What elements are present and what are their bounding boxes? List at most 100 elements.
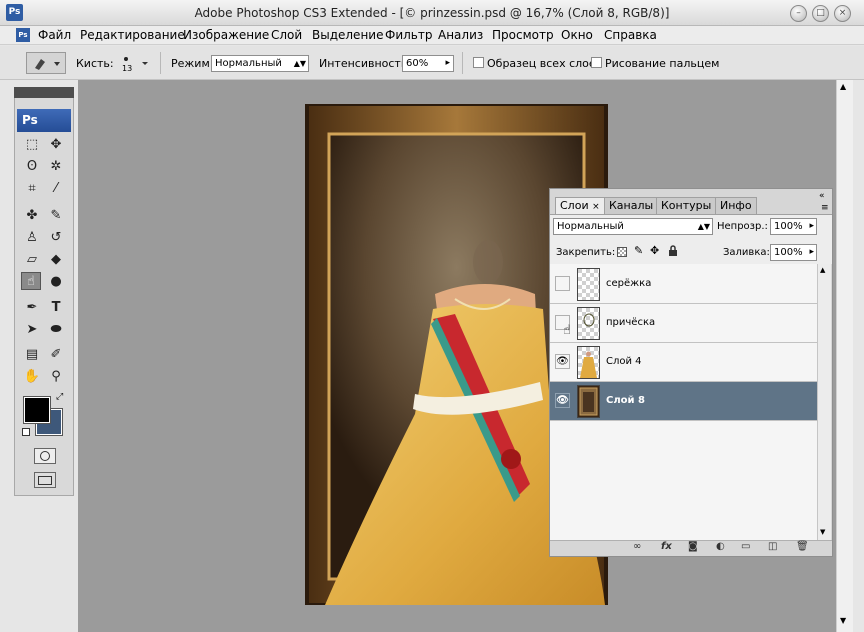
opacity-field[interactable]: 100% ▸ [770, 218, 817, 235]
zoom-tool[interactable]: ⚲ [46, 368, 66, 386]
menu-file[interactable]: Файл [38, 28, 71, 42]
lock-transparency-icon[interactable] [617, 247, 627, 257]
group-folder-icon[interactable]: ▭ [741, 541, 750, 552]
layer-visibility-toggle[interactable]: 👁 [555, 393, 570, 408]
opacity-label: Непрозр.: [717, 221, 768, 232]
menu-help[interactable]: Справка [604, 28, 657, 42]
ellipse-tool[interactable]: ⬬ [46, 321, 66, 339]
tab-close-icon[interactable]: × [592, 202, 600, 212]
lasso-tool[interactable]: ʘ [22, 158, 42, 176]
photoshop-logo[interactable]: Ps [17, 109, 71, 132]
menu-view[interactable]: Просмотр [492, 28, 554, 42]
layers-vertical-scrollbar[interactable]: ▲ ▼ [817, 264, 831, 540]
slice-tool[interactable]: ⁄ [46, 180, 66, 198]
quick-mask-button[interactable] [34, 448, 56, 464]
menu-layer[interactable]: Слой [271, 28, 302, 42]
strength-field[interactable]: 60% ▸ [402, 55, 454, 72]
path-select-tool[interactable]: ➤ [22, 321, 42, 339]
sash-rosette [501, 449, 521, 469]
slider-arrow-icon[interactable]: ▸ [809, 219, 814, 234]
scroll-up-icon[interactable]: ▲ [840, 82, 846, 91]
tab-paths[interactable]: Контуры [656, 197, 717, 214]
menu-filter[interactable]: Фильтр [385, 28, 432, 42]
select-arrows-icon: ▲▼ [293, 59, 306, 68]
eraser-tool[interactable]: ▱ [22, 251, 42, 269]
crop-tool[interactable]: ⌗ [22, 180, 42, 198]
scroll-down-icon[interactable]: ▼ [840, 616, 846, 625]
stamp-tool[interactable]: ♙ [22, 229, 42, 247]
new-layer-icon[interactable]: ◫ [768, 541, 777, 552]
pen-tool[interactable]: ✒ [22, 299, 42, 317]
path-select-icon: ➤ [26, 322, 38, 337]
hand-tool[interactable]: ✋ [22, 368, 42, 386]
tab-layers[interactable]: Слои × [555, 197, 605, 214]
layer-row-layer-8[interactable]: 👁 Слой 8 [550, 382, 817, 421]
menu-analysis[interactable]: Анализ [438, 28, 483, 42]
blend-mode-select[interactable]: Нормальный ▲▼ [553, 218, 713, 235]
padlock-shape [669, 245, 677, 256]
adjustment-icon[interactable]: ◐ [716, 541, 725, 552]
fx-icon[interactable]: fx [661, 541, 672, 552]
document-menu-icon[interactable]: Ps [16, 28, 30, 42]
layer-visibility-toggle[interactable] [555, 276, 570, 291]
smudge-tool[interactable]: ☝ [21, 272, 41, 290]
finger-painting-label: Рисование пальцем [605, 57, 720, 70]
tab-channels[interactable]: Каналы [604, 197, 659, 214]
lock-all-icon[interactable] [668, 245, 678, 256]
lock-position-icon[interactable]: ✥ [650, 244, 659, 257]
close-button[interactable]: × [834, 5, 851, 22]
slider-arrow-icon[interactable]: ▸ [809, 245, 814, 260]
brush-tool[interactable]: ✎ [46, 207, 66, 225]
sample-all-checkbox[interactable] [473, 57, 484, 68]
mask-icon[interactable]: ◙ [688, 541, 698, 552]
scroll-up-icon[interactable]: ▲ [820, 266, 825, 274]
layer-row-hairstyle[interactable]: причёска [550, 304, 817, 343]
move-tool[interactable]: ✥ [46, 136, 66, 154]
minimize-button[interactable]: – [790, 5, 807, 22]
layer-visibility-toggle[interactable]: 👁 [555, 354, 570, 369]
menu-image[interactable]: Изображение [183, 28, 269, 42]
screen-mode-button[interactable] [34, 472, 56, 488]
lock-pixels-icon[interactable]: ✎ [634, 244, 643, 257]
fill-value: 100% [774, 247, 803, 258]
select-arrows-icon: ▲▼ [697, 222, 710, 231]
tool-preset-picker[interactable] [26, 52, 66, 74]
swap-colors-icon[interactable]: ⤢ [56, 392, 63, 402]
paint-bucket-icon: ◆ [51, 252, 61, 267]
finger-painting-checkbox[interactable] [591, 57, 602, 68]
dodge-tool[interactable]: ● [46, 273, 66, 291]
magic-wand-tool[interactable]: ✲ [46, 158, 66, 176]
tab-info[interactable]: Инфо [715, 197, 757, 214]
history-brush-tool[interactable]: ↺ [46, 229, 66, 247]
trash-icon[interactable]: 🗑 [796, 541, 809, 552]
collapse-panel-icon[interactable]: « [819, 191, 825, 201]
foreground-color-swatch[interactable] [23, 396, 51, 424]
options-bar: Кисть: 13 Режим: Нормальный ▲▼ Интенсивн… [0, 46, 864, 80]
notes-tool[interactable]: ▤ [22, 346, 42, 364]
paint-bucket-tool[interactable]: ◆ [46, 251, 66, 269]
scroll-down-icon[interactable]: ▼ [820, 528, 825, 536]
maximize-button[interactable]: □ [812, 5, 829, 22]
fill-field[interactable]: 100% ▸ [770, 244, 817, 261]
brush-picker[interactable]: 13 [116, 53, 152, 75]
default-colors-icon[interactable] [22, 428, 30, 436]
layer-row-earring[interactable]: серёжка [550, 265, 817, 304]
type-tool[interactable]: T [46, 299, 66, 317]
menu-window[interactable]: Окно [561, 28, 593, 42]
menu-edit[interactable]: Редактирование [80, 28, 185, 42]
canvas-vertical-scrollbar[interactable]: ▲ ▼ [836, 80, 853, 632]
menu-select[interactable]: Выделение [312, 28, 383, 42]
layer-row-layer-4[interactable]: 👁 Слой 4 [550, 343, 817, 382]
link-icon[interactable]: ∞ [633, 541, 641, 552]
mode-label: Режим: [171, 57, 214, 70]
eyedropper-tool[interactable]: ✐ [46, 346, 66, 364]
tools-panel-header[interactable] [14, 87, 74, 98]
slider-arrow-icon[interactable]: ▸ [445, 56, 450, 71]
healing-tool[interactable]: ✤ [22, 207, 42, 225]
fill-label: Заливка: [723, 247, 770, 258]
opacity-value: 100% [774, 221, 803, 232]
marquee-tool[interactable]: ⬚ [22, 136, 42, 154]
mode-select[interactable]: Нормальный ▲▼ [211, 55, 309, 72]
screen-mode-icon [38, 476, 52, 485]
panel-menu-icon[interactable]: ≡ [821, 203, 829, 213]
